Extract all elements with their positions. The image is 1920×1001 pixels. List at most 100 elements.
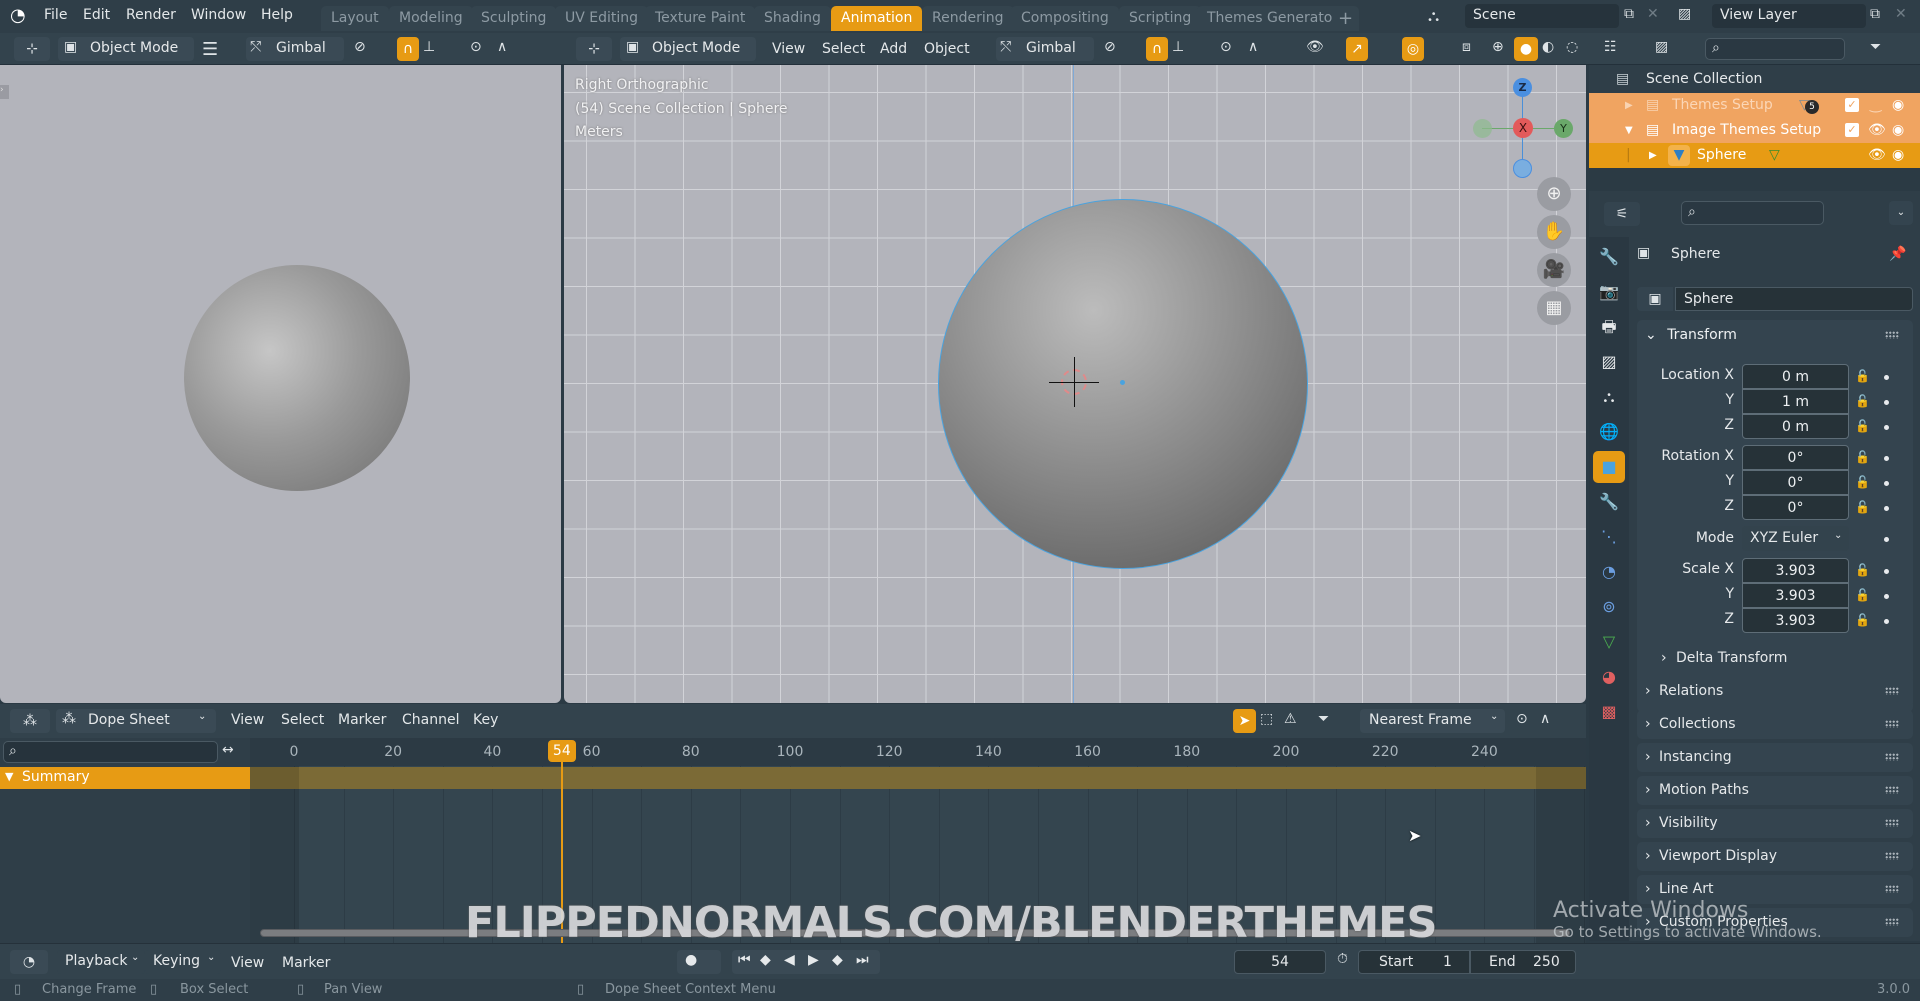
dopesheet-menu-key[interactable]: Key (473, 709, 498, 732)
timeline-menu-marker[interactable]: Marker (282, 952, 330, 975)
keyframe-dot-icon[interactable] (1884, 594, 1889, 599)
tab-layout[interactable]: Layout (321, 6, 389, 31)
keyframe-dot-icon[interactable] (1884, 456, 1889, 461)
pin-icon[interactable]: 📌 (1889, 246, 1906, 262)
properties-search-input[interactable]: ⌕ (1681, 201, 1824, 225)
dopesheet-menu-marker[interactable]: Marker (338, 709, 386, 732)
keying-menu[interactable]: Keying ⌄ (145, 950, 221, 974)
tab-tool[interactable]: 🔧 (1593, 241, 1625, 273)
view-layer-icon[interactable]: ▨ (1678, 6, 1691, 22)
current-frame-indicator[interactable]: 54 (547, 740, 576, 762)
hide-icon[interactable]: ‿ (1870, 93, 1881, 118)
transform-panel-header[interactable]: ⌄ Transform (1645, 320, 1905, 350)
play-reverse-icon[interactable]: ◀ (784, 952, 795, 968)
rotation-z-field[interactable]: 0° (1742, 495, 1849, 520)
keyframe-dot-icon[interactable] (1884, 375, 1889, 380)
tab-modeling[interactable]: Modeling (389, 6, 473, 31)
sphere-object[interactable] (184, 265, 410, 491)
tab-particles[interactable]: ⋱ (1593, 521, 1625, 553)
right-mode-dropdown[interactable]: ▣ Object Mode (620, 37, 756, 61)
lock-rotation-z-icon[interactable]: 🔓 (1855, 500, 1870, 514)
menu-window[interactable]: Window (191, 7, 246, 23)
keyframe-dot-icon[interactable] (1884, 569, 1889, 574)
tab-themes-generator[interactable]: Themes Generator (1197, 6, 1349, 31)
gizmo-y-axis[interactable]: Y (1554, 119, 1573, 138)
panel-viewport-display[interactable]: › Viewport Display (1637, 842, 1913, 871)
gizmo-neg-z-axis[interactable] (1513, 159, 1532, 178)
frame-ruler[interactable]: 0 20 40 60 80 100 120 140 160 180 200 220 240 (250, 738, 1586, 766)
copy-view-layer-icon[interactable]: ⧉ (1870, 6, 1880, 22)
dopesheet-mode-dropdown[interactable]: ⁂ Dope Sheet ⌄ (56, 709, 216, 733)
drag-grip-icon[interactable] (1885, 720, 1899, 728)
properties-options-dropdown[interactable]: ⌄ (1889, 201, 1913, 225)
tab-modifiers[interactable]: 🔧 (1593, 486, 1625, 518)
summary-channel[interactable]: ▼ Summary (0, 767, 250, 789)
drag-grip-icon[interactable] (1885, 918, 1899, 926)
rendered-shading-icon[interactable]: ◌ (1566, 39, 1578, 55)
panel-instancing[interactable]: › Instancing (1637, 743, 1913, 772)
object-name-field[interactable]: Sphere (1675, 287, 1913, 311)
dopesheet-editor-type-button[interactable]: ⁂ (10, 709, 50, 733)
xray-icon[interactable]: ⧈ (1462, 39, 1471, 55)
snap-target-icon[interactable]: ⊥ (423, 39, 435, 55)
panel-collections[interactable]: › Collections (1637, 710, 1913, 739)
tab-output[interactable]: 🖶 (1593, 311, 1625, 343)
outliner-row-image-themes-setup[interactable]: ▼ ▤ Image Themes Setup ✓ 👁 ◉ (1589, 118, 1920, 143)
menu-object[interactable]: Object (924, 38, 970, 61)
right-3d-viewport[interactable]: Right Orthographic (54) Scene Collection… (564, 65, 1586, 703)
playback-menu[interactable]: Playback ⌄ (57, 950, 145, 974)
tab-render[interactable]: 📷 (1593, 276, 1625, 308)
scale-z-field[interactable]: 3.903 (1742, 608, 1849, 633)
left-editor-type-button[interactable]: ⊹ (14, 37, 50, 61)
lock-rotation-y-icon[interactable]: 🔓 (1855, 475, 1870, 489)
tab-shading[interactable]: Shading (754, 6, 831, 31)
view-layer-field[interactable]: View Layer (1712, 4, 1866, 28)
pivot-icon[interactable]: ⊘ (1104, 39, 1116, 55)
dopesheet-menu-channel[interactable]: Channel (402, 709, 459, 732)
filter-icon[interactable]: ⏷ (1870, 39, 1881, 55)
tab-animation[interactable]: Animation (831, 6, 923, 31)
expand-arrow-icon[interactable]: ▶ (1649, 143, 1657, 168)
play-icon[interactable]: ▶ (808, 952, 819, 968)
menu-add[interactable]: Add (880, 38, 907, 61)
render-camera-icon[interactable]: ◉ (1892, 93, 1904, 118)
next-keyframe-icon[interactable]: ◆ (832, 952, 843, 968)
rotation-mode-dropdown[interactable]: XYZ Euler ⌄ (1742, 526, 1849, 551)
snap-target-icon[interactable]: ⊥ (1172, 39, 1184, 55)
drag-grip-icon[interactable] (1885, 885, 1899, 893)
camera-view-button[interactable]: 🎥 (1537, 253, 1571, 287)
expand-arrow-icon[interactable]: ▶ (1625, 93, 1633, 118)
jump-start-icon[interactable]: ⏮ (738, 952, 751, 968)
timeline-editor-type-button[interactable]: ◔ (10, 950, 48, 974)
location-y-field[interactable]: 1 m (1742, 389, 1849, 414)
panel-relations[interactable]: › Relations (1637, 677, 1913, 706)
keyframe-dot-icon[interactable] (1884, 400, 1889, 405)
panel-visibility[interactable]: › Visibility (1637, 809, 1913, 838)
visibility-selectability-icon[interactable]: 👁 (1306, 39, 1324, 55)
render-camera-icon[interactable]: ◉ (1892, 118, 1904, 143)
tab-scripting[interactable]: Scripting (1119, 6, 1202, 31)
snap-toggle[interactable]: ∩ (1146, 37, 1168, 61)
channel-search-input[interactable]: ⌕ (3, 741, 218, 763)
outliner-row-sphere[interactable]: | ▶ ▼ Sphere ▽ 👁 ◉ (1589, 143, 1920, 168)
hamburger-menu-icon[interactable]: ☰ (202, 39, 218, 60)
collapse-arrow-icon[interactable]: ▼ (1625, 118, 1633, 143)
exclude-checkbox[interactable]: ✓ (1845, 123, 1859, 137)
render-camera-icon[interactable]: ◉ (1892, 143, 1904, 168)
tab-data[interactable]: ▽ (1593, 626, 1625, 658)
keyframe-dot-icon[interactable] (1884, 481, 1889, 486)
rotation-x-field[interactable]: 0° (1742, 445, 1849, 470)
outliner-display-mode-icon[interactable]: ☷ (1604, 39, 1617, 55)
only-selected-toggle[interactable]: ➤ (1233, 709, 1256, 733)
keyframe-dot-icon[interactable] (1884, 537, 1889, 542)
keyframe-dot-icon[interactable] (1884, 425, 1889, 430)
solid-shading-button[interactable]: ● (1514, 37, 1538, 61)
tab-texture-paint[interactable]: Texture Paint (645, 6, 756, 31)
proportional-edit-icon[interactable]: ⊙ (1220, 39, 1232, 55)
drag-grip-icon[interactable] (1885, 852, 1899, 860)
drag-grip-icon[interactable] (1885, 687, 1899, 695)
lock-scale-x-icon[interactable]: 🔓 (1855, 563, 1870, 577)
properties-editor-type-button[interactable]: ⚟ (1604, 202, 1640, 226)
lock-location-x-icon[interactable]: 🔓 (1855, 369, 1870, 383)
drag-grip-icon[interactable] (1885, 331, 1899, 339)
